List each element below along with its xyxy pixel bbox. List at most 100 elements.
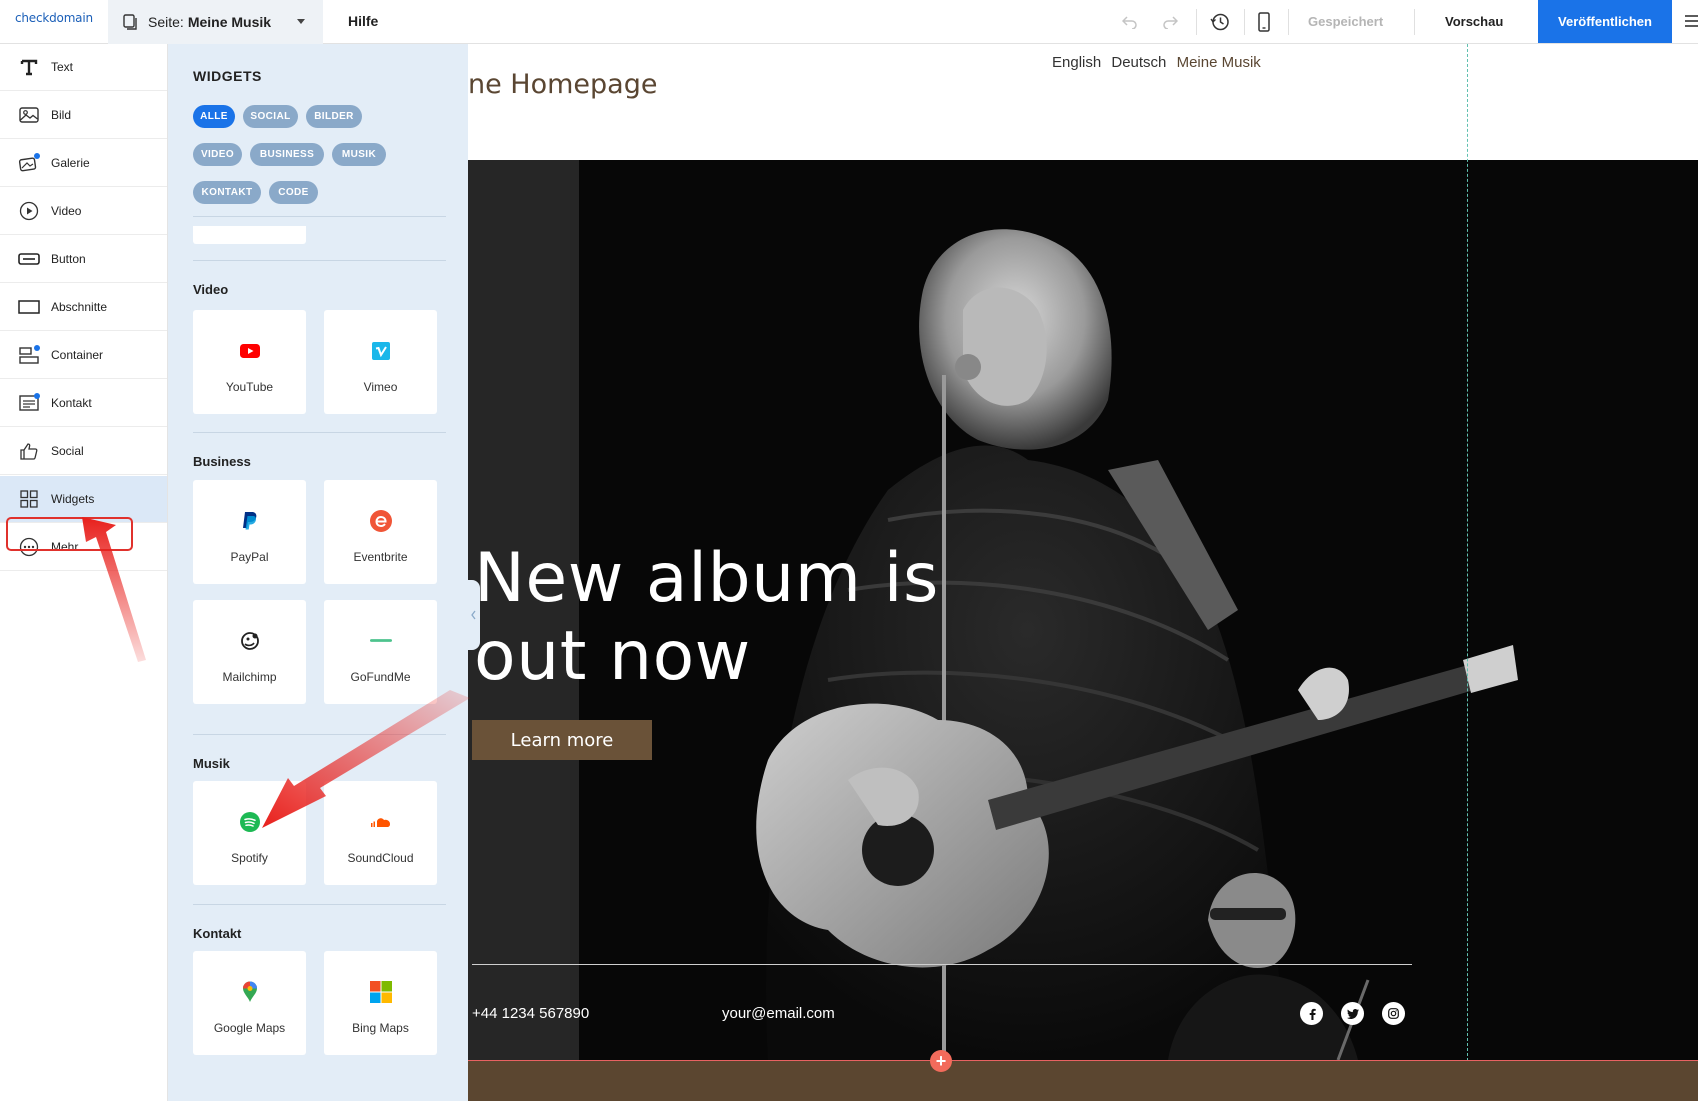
widget-mailchimp[interactable]: Mailchimp: [193, 600, 306, 704]
sidebar-item-text[interactable]: Text: [0, 44, 167, 91]
divider: [193, 734, 446, 735]
category-title-musik: Musik: [193, 756, 230, 771]
thumbs-up-icon: [18, 440, 40, 462]
sidebar-item-label: Video: [51, 204, 82, 218]
youtube-icon: [239, 340, 261, 362]
filter-chip-musik[interactable]: MUSIK: [332, 143, 386, 166]
page-selector[interactable]: Seite: Meine Musik: [108, 0, 323, 44]
editor-app: checkdomain Seite: Meine Musik Hilfe Ges…: [0, 0, 1698, 1101]
sidebar-item-image[interactable]: Bild: [0, 92, 167, 139]
widgets-icon: [18, 488, 40, 510]
hero-section[interactable]: New album is out now Learn more +44 1234…: [468, 160, 1698, 1060]
sidebar-item-label: Bild: [51, 108, 72, 122]
help-menu[interactable]: Hilfe: [348, 13, 378, 29]
sidebar-item-button[interactable]: Button: [0, 236, 167, 283]
gofundme-icon: [369, 630, 392, 652]
sidebar-item-video[interactable]: Video: [0, 188, 167, 235]
panel-title: WIDGETS: [193, 68, 262, 84]
facebook-icon[interactable]: [1300, 1002, 1323, 1025]
menu-icon[interactable]: [1683, 14, 1698, 28]
filter-chip-code[interactable]: CODE: [269, 181, 318, 204]
sidebar-item-sections[interactable]: Abschnitte: [0, 284, 167, 331]
widget-label: Eventbrite: [353, 550, 408, 564]
widget-card-partial[interactable]: [193, 226, 306, 244]
headline-line-2: out now: [474, 617, 751, 696]
filter-chip-alle[interactable]: ALLE: [193, 105, 235, 128]
text-icon: [18, 56, 40, 78]
undo-icon[interactable]: [1118, 10, 1142, 34]
divider: [193, 904, 446, 905]
widget-label: YouTube: [225, 380, 274, 394]
sidebar-item-label: Text: [51, 60, 74, 74]
new-indicator: [34, 345, 40, 351]
sidebar-item-widgets[interactable]: Widgets: [0, 476, 167, 523]
divider: [193, 260, 446, 261]
preview-button[interactable]: Vorschau: [1445, 14, 1503, 29]
eventbrite-icon: [369, 510, 392, 532]
lang-english[interactable]: English: [1052, 54, 1101, 71]
language-nav: English Deutsch Meine Musik: [1052, 54, 1267, 71]
divider: [193, 216, 446, 217]
section-icon: [18, 296, 40, 318]
filter-chip-business[interactable]: BUSINESS: [250, 143, 324, 166]
mobile-view-icon[interactable]: [1252, 10, 1276, 34]
image-icon: [18, 104, 40, 126]
publish-button[interactable]: Veröffentlichen: [1538, 0, 1672, 43]
filter-chip-social[interactable]: SOCIAL: [243, 105, 298, 128]
gallery-icon: [18, 152, 40, 174]
learn-more-button[interactable]: Learn more: [472, 720, 652, 760]
soundcloud-icon: [370, 811, 392, 833]
logo[interactable]: checkdomain: [15, 11, 93, 25]
page-label: Seite:: [148, 14, 184, 30]
sidebar-item-gallery[interactable]: Galerie: [0, 140, 167, 187]
headline-line-1: New album is: [474, 539, 939, 618]
element-sidebar: Text Bild Galerie Video Button Abschnitt…: [0, 44, 168, 1101]
widget-label: Spotify: [231, 851, 268, 865]
widget-vimeo[interactable]: Vimeo: [324, 310, 437, 414]
add-section-button[interactable]: +: [930, 1050, 952, 1072]
page-canvas[interactable]: ne Homepage English Deutsch Meine Musik: [468, 44, 1698, 1101]
contact-phone[interactable]: +44 1234 567890: [472, 1005, 589, 1022]
lang-deutsch[interactable]: Deutsch: [1111, 54, 1166, 71]
widget-soundcloud[interactable]: SoundCloud: [324, 781, 437, 885]
widget-label: PayPal: [230, 550, 269, 564]
filter-chip-video[interactable]: VIDEO: [193, 143, 242, 166]
instagram-icon[interactable]: [1382, 1002, 1405, 1025]
sidebar-item-social[interactable]: Social: [0, 428, 167, 475]
filter-chip-bilder[interactable]: BILDER: [306, 105, 362, 128]
spotify-icon: [239, 811, 261, 833]
hero-headline[interactable]: New album is out now: [474, 540, 939, 696]
toolbar-divider: [1414, 9, 1415, 35]
panel-collapse-handle[interactable]: [468, 580, 480, 650]
sidebar-item-label: Abschnitte: [51, 300, 108, 314]
sidebar-item-contact[interactable]: Kontakt: [0, 380, 167, 427]
nav-current-page[interactable]: Meine Musik: [1177, 54, 1261, 71]
contact-email[interactable]: your@email.com: [722, 1005, 835, 1022]
widget-bing-maps[interactable]: Bing Maps: [324, 951, 437, 1055]
history-icon[interactable]: [1208, 10, 1232, 34]
top-bar: checkdomain Seite: Meine Musik Hilfe Ges…: [0, 0, 1698, 44]
highlight-annotation: [6, 517, 133, 551]
layout-guide-line: [1467, 44, 1468, 1101]
widget-eventbrite[interactable]: Eventbrite: [324, 480, 437, 584]
widget-youtube[interactable]: YouTube: [193, 310, 306, 414]
chevron-down-icon: [297, 19, 305, 24]
widget-google-maps[interactable]: Google Maps: [193, 951, 306, 1055]
contact-icon: [18, 392, 40, 414]
video-icon: [18, 200, 40, 222]
new-indicator: [34, 393, 40, 399]
footer-section[interactable]: [468, 1060, 1698, 1101]
divider: [193, 432, 446, 433]
twitter-icon[interactable]: [1341, 1002, 1364, 1025]
widget-label: Bing Maps: [352, 1021, 409, 1035]
filter-chip-kontakt[interactable]: KONTAKT: [193, 181, 261, 204]
redo-icon[interactable]: [1158, 10, 1182, 34]
sidebar-item-container[interactable]: Container: [0, 332, 167, 379]
bing-maps-icon: [369, 981, 392, 1003]
widget-gofundme[interactable]: GoFundMe: [324, 600, 437, 704]
widget-paypal[interactable]: PayPal: [193, 480, 306, 584]
widget-spotify[interactable]: Spotify: [193, 781, 306, 885]
sidebar-item-label: Social: [51, 444, 84, 458]
widgets-panel: WIDGETS ALLE SOCIAL BILDER VIDEO BUSINES…: [168, 44, 468, 1101]
site-title[interactable]: ne Homepage: [468, 69, 657, 100]
